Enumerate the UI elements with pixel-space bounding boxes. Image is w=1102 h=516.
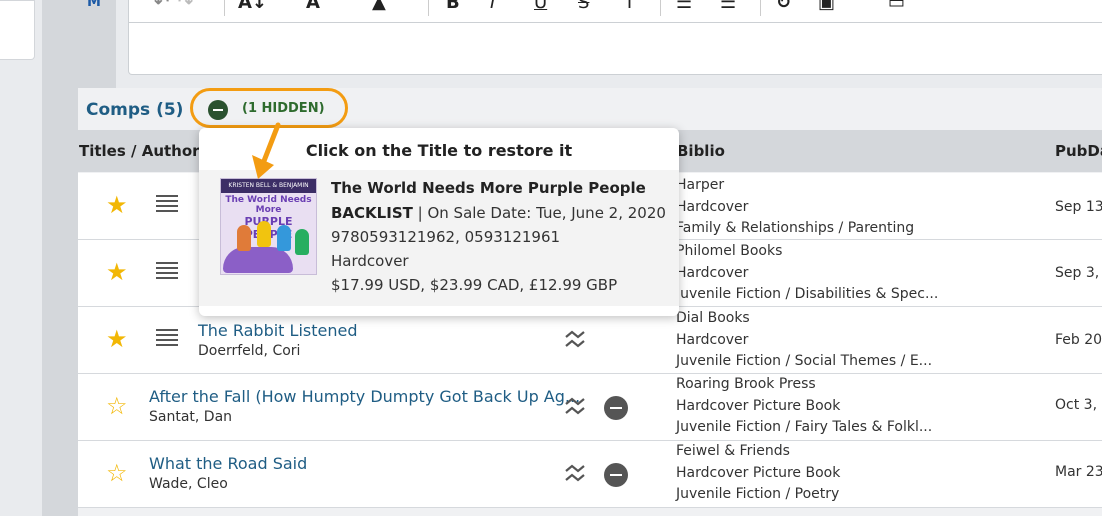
table-row[interactable]: ☆ What the Road Said Wade, Cleo Feiwel &… [78, 441, 1102, 508]
comp-title-link[interactable]: After the Fall (How Humpty Dumpty Got Ba… [149, 387, 580, 406]
biblio-publisher: Roaring Brook Press [676, 376, 816, 392]
numbered-list-icon[interactable]: ☰ [720, 0, 736, 13]
trend-icon[interactable] [564, 396, 586, 416]
minus-circle-icon [208, 100, 228, 120]
font-color-icon[interactable]: A [306, 0, 320, 13]
left-panel [0, 0, 35, 60]
undo-icon[interactable]: ↶ [154, 0, 169, 13]
comps-title: Comps (5) [86, 100, 184, 120]
hidden-comp-card[interactable]: KRISTEN BELL & BENJAMIN HART The World N… [199, 170, 679, 306]
hide-comp-button[interactable] [604, 396, 628, 420]
comp-title-link[interactable]: What the Road Said [149, 454, 307, 473]
pubdate: Feb 20 [1055, 332, 1102, 348]
biblio-subject: Juvenile Fiction / Disabilities & Spec..… [676, 286, 939, 302]
biblio-publisher: Dial Books [676, 310, 750, 326]
comp-author: Santat, Dan [149, 409, 233, 425]
left-gutter [42, 0, 78, 516]
biblio-publisher: Philomel Books [676, 243, 783, 259]
biblio-subject: Family & Relationships / Parenting [676, 220, 915, 236]
redo-icon[interactable]: ↷ [178, 0, 193, 13]
star-filled-icon[interactable]: ★ [106, 260, 128, 284]
popup-isbns: 9780593121962, 0593121961 [331, 228, 561, 246]
header-pubdate[interactable]: PubDa [1055, 142, 1102, 160]
pubdate: Sep 13 [1055, 199, 1102, 215]
popup-book-title[interactable]: The World Needs More Purple People [331, 179, 646, 197]
embed-icon[interactable]: ▭ [888, 0, 905, 13]
biblio-subject: Juvenile Fiction / Fairy Tales & Folkl..… [676, 419, 933, 435]
pubdate: Sep 3, [1055, 265, 1100, 281]
cover-authors: KRISTEN BELL & BENJAMIN HART [221, 179, 316, 203]
biblio-format: Hardcover Picture Book [676, 398, 841, 414]
bullet-list-icon[interactable]: ☰ [676, 0, 692, 13]
pubdate: Mar 23 [1055, 464, 1102, 480]
vertical-tab-label: M [87, 0, 101, 10]
image-icon[interactable]: ▣ [818, 0, 835, 13]
font-size-icon[interactable]: A↕ [238, 0, 267, 13]
header-biblio[interactable]: Biblio [677, 142, 725, 160]
underline-icon[interactable]: U [534, 0, 547, 13]
comp-author: Doerrfeld, Cori [198, 343, 301, 359]
biblio-publisher: Feiwel & Friends [676, 443, 790, 459]
star-empty-icon[interactable]: ☆ [106, 394, 128, 418]
popup-price: $17.99 USD, $23.99 CAD, £12.99 GBP [331, 276, 618, 294]
italic-icon[interactable]: I [490, 0, 495, 13]
biblio-subject: Juvenile Fiction / Social Themes / E... [676, 353, 933, 369]
header-titles[interactable]: Titles / Author [79, 142, 200, 160]
star-filled-icon[interactable]: ★ [106, 193, 128, 217]
table-row[interactable]: ☆ After the Fall (How Humpty Dumpty Got … [78, 374, 1102, 441]
book-cover-image[interactable]: KRISTEN BELL & BENJAMIN HART The World N… [220, 178, 317, 275]
hidden-count: (1 HIDDEN) [242, 101, 325, 116]
vertical-tab[interactable]: M [78, 0, 116, 88]
popup-format: Hardcover [331, 252, 409, 270]
pubdate: Oct 3, [1055, 397, 1098, 413]
trend-icon[interactable] [564, 329, 586, 349]
bold-icon[interactable]: B [446, 0, 460, 13]
popup-status-line: BACKLIST | On Sale Date: Tue, June 2, 20… [331, 204, 666, 222]
refresh-icon[interactable]: ↻ [776, 0, 791, 13]
highlight-icon[interactable]: ▲ [372, 0, 386, 13]
biblio-format: Hardcover Picture Book [676, 465, 841, 481]
biblio-subject: Juvenile Fiction / Poetry [676, 486, 840, 502]
biblio-format: Hardcover [676, 265, 749, 281]
star-filled-icon[interactable]: ★ [106, 327, 128, 351]
comp-author: Wade, Cleo [149, 476, 228, 492]
hide-comp-button[interactable] [604, 463, 628, 487]
annotation-arrow-icon [252, 122, 281, 179]
strikethrough-icon[interactable]: S [578, 0, 589, 13]
biblio-format: Hardcover [676, 332, 749, 348]
biblio-format: Hardcover [676, 199, 749, 215]
trend-icon[interactable] [564, 463, 586, 483]
drag-handle-icon[interactable] [156, 329, 178, 346]
editor-toolbar: ↶ ↷ A↕ A ▲ B I U S T ☰ ☰ ↻ ▣ ▭ [128, 0, 1102, 23]
clear-format-icon[interactable]: T [624, 0, 635, 13]
biblio-publisher: Harper [676, 177, 725, 193]
star-empty-icon[interactable]: ☆ [106, 461, 128, 485]
drag-handle-icon[interactable] [156, 195, 178, 212]
comp-title-link[interactable]: The Rabbit Listened [198, 321, 357, 340]
table-row[interactable]: ★ The Rabbit Listened Doerrfeld, Cori Di… [78, 307, 1102, 374]
drag-handle-icon[interactable] [156, 262, 178, 279]
